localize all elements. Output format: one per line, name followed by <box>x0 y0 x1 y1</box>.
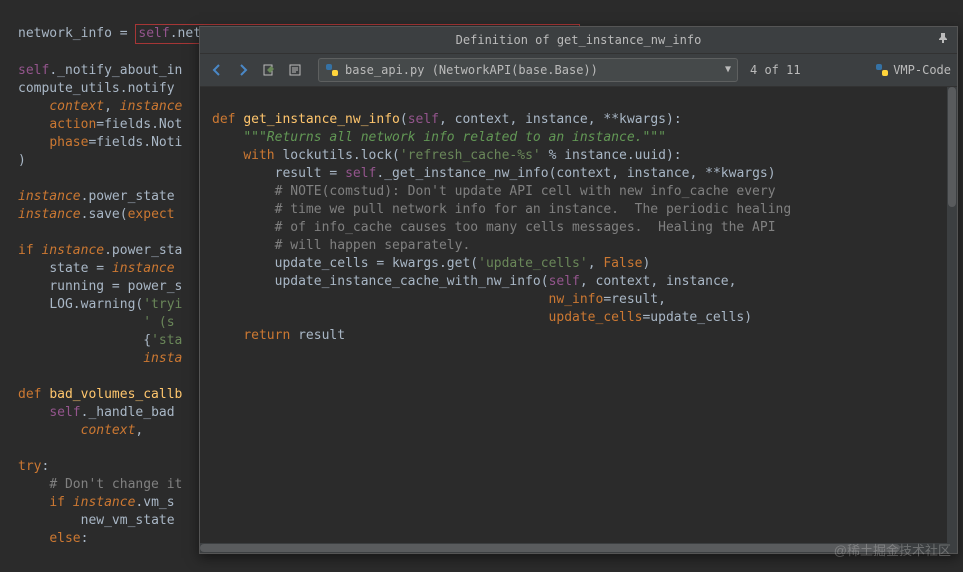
back-button[interactable] <box>206 59 228 81</box>
code-text: network_info <box>18 26 120 41</box>
popup-title-text: Definition of get_instance_nw_info <box>456 33 702 47</box>
chevron-down-icon: ▼ <box>725 61 731 79</box>
forward-button[interactable] <box>232 59 254 81</box>
file-selector-label: base_api.py (NetworkAPI(base.Base)) <box>345 61 598 79</box>
popup-titlebar[interactable]: Definition of get_instance_nw_info <box>200 27 957 54</box>
watermark: @稀土掘金技术社区 <box>834 542 951 560</box>
python-file-icon <box>325 63 339 77</box>
vertical-scrollbar[interactable] <box>947 87 957 553</box>
scroll-thumb[interactable] <box>200 544 900 552</box>
popup-toolbar: base_api.py (NetworkAPI(base.Base)) ▼ 4 … <box>200 54 957 87</box>
scope-badge[interactable]: VMP-Code <box>875 61 951 79</box>
pin-icon[interactable] <box>937 31 949 49</box>
scope-label: VMP-Code <box>893 61 951 79</box>
show-source-button[interactable] <box>284 59 306 81</box>
result-counter: 4 of 11 <box>750 61 801 79</box>
python-icon <box>875 63 889 77</box>
definition-code[interactable]: def get_instance_nw_info(self, context, … <box>200 87 957 553</box>
file-selector[interactable]: base_api.py (NetworkAPI(base.Base)) ▼ <box>318 58 738 82</box>
definition-popup: Definition of get_instance_nw_info base_… <box>199 26 958 554</box>
scroll-thumb[interactable] <box>948 87 956 207</box>
edit-source-button[interactable] <box>258 59 280 81</box>
